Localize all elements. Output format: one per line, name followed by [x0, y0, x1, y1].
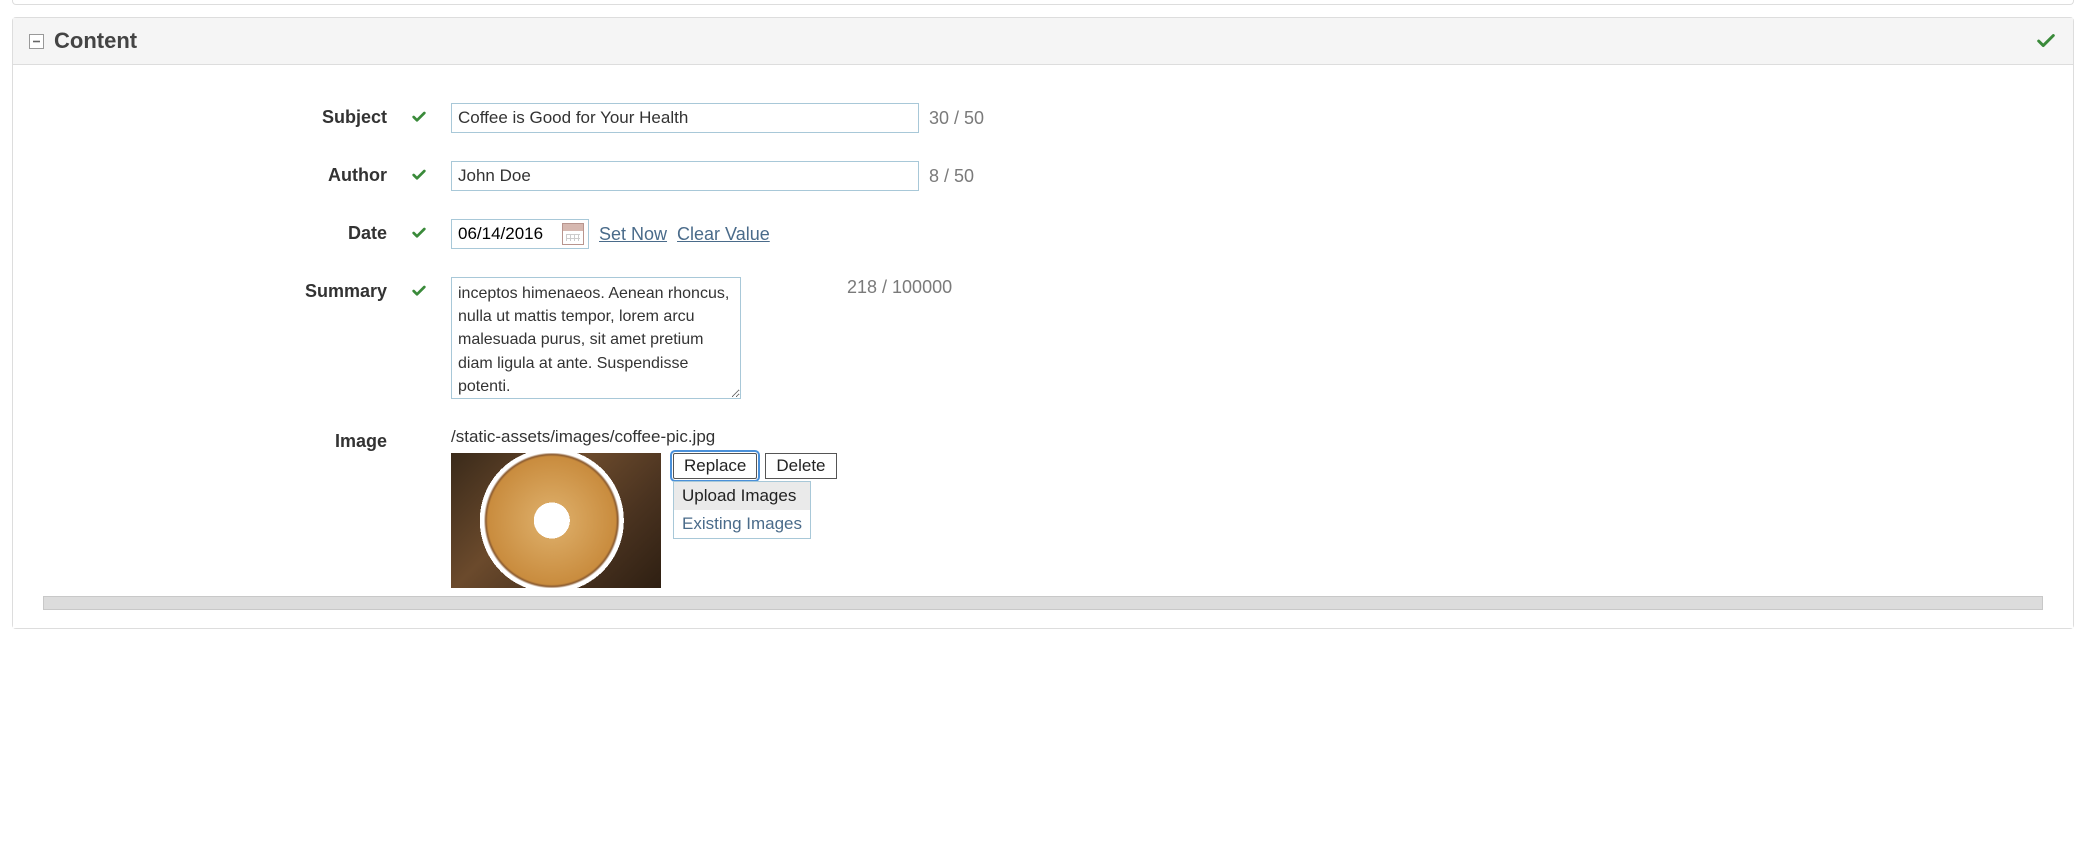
- summary-counter: 218 / 100000: [847, 277, 952, 298]
- check-icon: [411, 167, 427, 183]
- date-row: Date Set Now Clear Value: [41, 219, 2045, 249]
- image-button-column: Replace Delete Upload Images Existing Im…: [673, 453, 837, 539]
- image-section: /static-assets/images/coffee-pic.jpg Rep…: [451, 427, 837, 588]
- author-valid: [411, 161, 451, 183]
- calendar-icon[interactable]: [562, 223, 584, 245]
- subject-label: Subject: [41, 103, 411, 128]
- date-field-wrap: [451, 219, 589, 249]
- replace-button[interactable]: Replace: [673, 453, 757, 479]
- check-icon: [411, 283, 427, 299]
- existing-images-item[interactable]: Existing Images: [674, 510, 810, 538]
- image-path: /static-assets/images/coffee-pic.jpg: [451, 427, 837, 447]
- content-panel: Content Subject 30 / 50 Author: [12, 17, 2074, 629]
- image-valid-spacer: [411, 427, 451, 433]
- clear-value-link[interactable]: Clear Value: [677, 224, 770, 245]
- panel-status-valid: [2035, 30, 2057, 52]
- content-panel-body: Subject 30 / 50 Author 8 / 50 Date: [13, 65, 2073, 628]
- replace-dropdown: Upload Images Existing Images: [673, 481, 811, 539]
- image-row: Image /static-assets/images/coffee-pic.j…: [41, 427, 2045, 588]
- panel-title: Content: [54, 28, 137, 54]
- delete-button[interactable]: Delete: [765, 453, 836, 479]
- author-label: Author: [41, 161, 411, 186]
- date-valid: [411, 219, 451, 241]
- upload-images-item[interactable]: Upload Images: [674, 482, 810, 510]
- subject-row: Subject 30 / 50: [41, 103, 2045, 133]
- editor-toolbar-strip: [43, 596, 2043, 610]
- author-row: Author 8 / 50: [41, 161, 2045, 191]
- previous-panel-bottom: [12, 0, 2074, 5]
- author-counter: 8 / 50: [929, 166, 974, 187]
- content-panel-header: Content: [13, 18, 2073, 65]
- summary-valid: [411, 277, 451, 299]
- date-input[interactable]: [458, 224, 556, 244]
- check-icon: [411, 109, 427, 125]
- image-label: Image: [41, 427, 411, 452]
- minus-icon: [32, 37, 41, 46]
- panel-title-wrap: Content: [29, 28, 137, 54]
- subject-input[interactable]: [451, 103, 919, 133]
- image-button-row: Replace Delete: [673, 453, 837, 479]
- subject-counter: 30 / 50: [929, 108, 984, 129]
- subject-valid: [411, 103, 451, 125]
- summary-row: Summary 218 / 100000: [41, 277, 2045, 399]
- collapse-toggle[interactable]: [29, 34, 44, 49]
- image-thumbnail[interactable]: [451, 453, 661, 588]
- author-input[interactable]: [451, 161, 919, 191]
- check-icon: [2035, 30, 2057, 52]
- summary-label: Summary: [41, 277, 411, 302]
- image-controls-row: Replace Delete Upload Images Existing Im…: [451, 453, 837, 588]
- summary-textarea[interactable]: [451, 277, 741, 399]
- set-now-link[interactable]: Set Now: [599, 224, 667, 245]
- date-label: Date: [41, 219, 411, 244]
- check-icon: [411, 225, 427, 241]
